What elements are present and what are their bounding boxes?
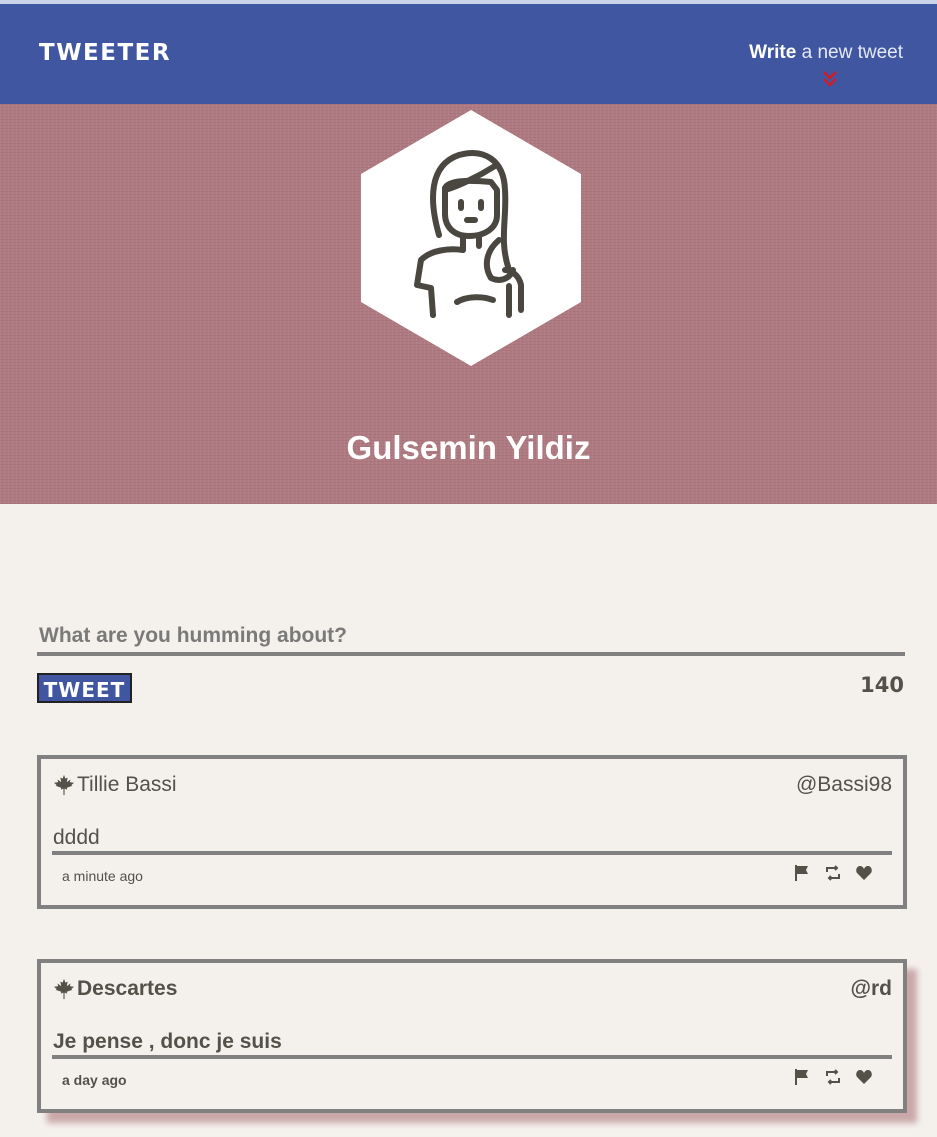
profile-name: Gulsemin Yildiz (346, 429, 591, 466)
tweet-time: a minute ago (62, 868, 143, 884)
tweet-author-name: Descartes (77, 977, 178, 1000)
maple-leaf-icon (53, 774, 75, 796)
maple-leaf-icon (53, 978, 75, 1000)
avatar (359, 110, 583, 366)
tweet-author-name: Tillie Bassi (77, 773, 177, 796)
tweet-handle: @rd (850, 977, 892, 1000)
double-chevron-down-icon[interactable] (822, 70, 838, 88)
tweet-card: Tillie Bassi @Bassi98 dddd a minute ago (37, 755, 907, 909)
heart-icon[interactable] (855, 864, 873, 882)
write-rest-label: a new tweet (801, 42, 903, 63)
tweet-handle: @Bassi98 (795, 773, 892, 796)
woman-avatar-icon (361, 110, 581, 366)
tweet-time: a day ago (62, 1072, 127, 1088)
tweet-content: Je pense , donc je suis (53, 1030, 282, 1053)
brand-logo[interactable]: TWEETER (39, 40, 171, 66)
tweet-divider (52, 1055, 892, 1059)
tweet-content: dddd (53, 826, 100, 849)
tweet-card: Descartes @rd Je pense , donc je suis a … (37, 959, 907, 1113)
flag-icon[interactable] (793, 864, 811, 882)
tweet-author: Tillie Bassi (53, 773, 177, 797)
profile-header: Gulsemin Yildiz (0, 104, 937, 504)
navbar: TWEETER Write a new tweet (0, 4, 937, 104)
tweet-divider (52, 851, 892, 855)
tweet-actions (793, 864, 873, 882)
heart-icon[interactable] (855, 1068, 873, 1086)
retweet-icon[interactable] (824, 864, 842, 882)
flag-icon[interactable] (793, 1068, 811, 1086)
tweet-author: Descartes (53, 977, 177, 1001)
compose-input[interactable]: What are you humming about? (39, 624, 347, 648)
char-counter: 140 (860, 673, 904, 697)
write-new-tweet-link[interactable]: Write a new tweet (749, 42, 903, 64)
compose-underline (37, 652, 905, 656)
tweet-actions (793, 1068, 873, 1086)
tweet-button[interactable]: TWEET (37, 673, 132, 703)
write-bold-label: Write (749, 42, 797, 63)
retweet-icon[interactable] (824, 1068, 842, 1086)
